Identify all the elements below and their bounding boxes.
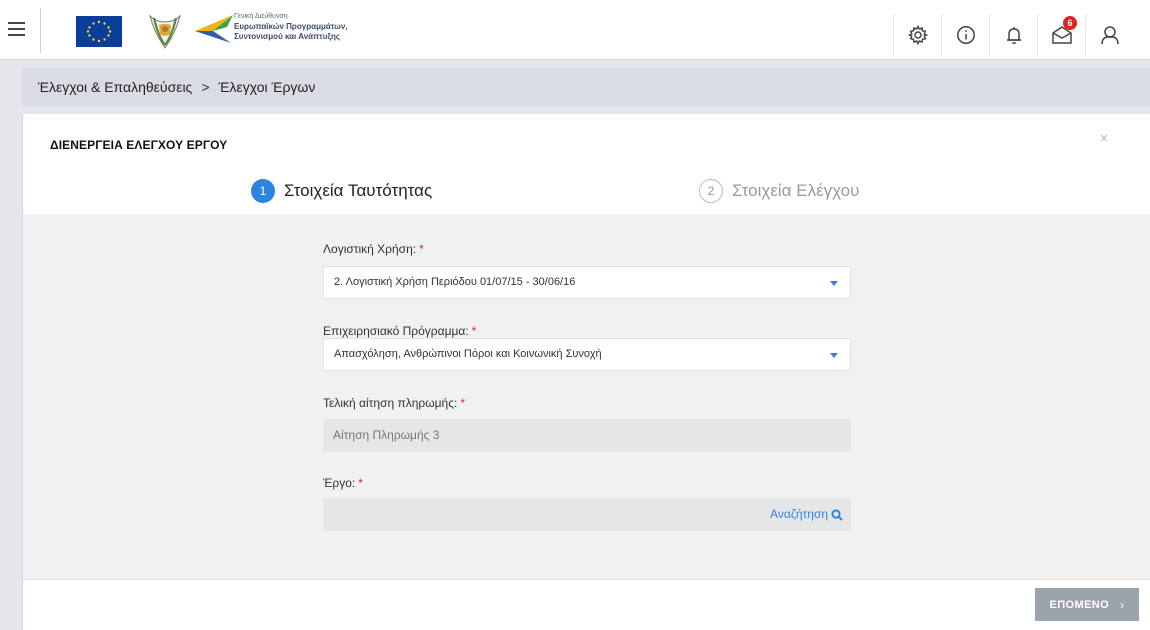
breadcrumb-item-checks-verifications[interactable]: Έλεγχοι & Επαληθεύσεις	[38, 79, 192, 95]
payment-request-field: Αίτηση Πληρωμής 3	[323, 419, 851, 452]
program-value: Απασχόληση, Ανθρώπινοι Πόροι και Κοινωνι…	[334, 348, 602, 360]
caret-down-icon	[830, 281, 838, 286]
project-check-dialog: ΔΙΕΝΕΡΓΕΙΑ ΕΛΕΓΧΟΥ ΕΡΓΟΥ × 1 Στοιχεία Τα…	[22, 114, 1150, 630]
search-icon	[831, 508, 843, 521]
breadcrumb: Έλεγχοι & Επαληθεύσεις > Έλεγχοι Έργων	[22, 68, 1150, 106]
next-button[interactable]: ΕΠΟΜΕΝΟ ›	[1035, 588, 1139, 621]
program-label: Επιχειρησιακό Πρόγραμμα: *	[323, 324, 476, 338]
footer-divider	[23, 579, 1150, 580]
directorate-logo-mark	[195, 15, 233, 43]
fiscal-year-select[interactable]: 2. Λογιστική Χρήση Περιόδου 01/07/15 - 3…	[323, 266, 851, 299]
project-search-link[interactable]: Αναζήτηση	[770, 498, 843, 531]
payment-request-label: Τελική αίτηση πληρωμής: *	[323, 396, 465, 410]
step-2-label: Στοιχεία Ελέγχου	[732, 181, 860, 200]
caret-down-icon	[830, 353, 838, 358]
eu-flag-logo	[76, 16, 122, 47]
program-label-text: Επιχειρησιακό Πρόγραμμα:	[323, 324, 469, 338]
dialog-title: ΔΙΕΝΕΡΓΕΙΑ ΕΛΕΓΧΟΥ ΕΡΓΟΥ	[50, 138, 228, 152]
cyprus-emblem-logo	[148, 12, 182, 50]
required-marker: *	[419, 242, 424, 256]
user-icon[interactable]	[1085, 14, 1133, 56]
directorate-logo: Γενική Διεύθυνση Ευρωπαϊκών Προγραμμάτων…	[193, 10, 373, 50]
envelope-icon[interactable]: 6	[1037, 14, 1085, 56]
required-marker: *	[358, 476, 363, 490]
hamburger-menu-icon[interactable]	[6, 20, 28, 38]
step-1-label: Στοιχεία Ταυτότητας	[284, 181, 433, 200]
breadcrumb-item-project-checks[interactable]: Έλεγχοι Έργων	[219, 79, 316, 95]
project-label-text: Έργο:	[323, 476, 356, 490]
top-bar: Γενική Διεύθυνση Ευρωπαϊκών Προγραμμάτων…	[0, 0, 1150, 60]
brand-line-1: Γενική Διεύθυνση	[234, 13, 288, 20]
project-search-label: Αναζήτηση	[770, 507, 828, 521]
bell-icon[interactable]	[989, 14, 1037, 56]
topbar-divider	[40, 8, 41, 53]
messages-badge: 6	[1063, 16, 1077, 30]
breadcrumb-separator: >	[201, 79, 210, 95]
project-label: Έργο: *	[323, 476, 363, 490]
step-check-details[interactable]: 2 Στοιχεία Ελέγχου	[699, 178, 859, 204]
step-2-number: 2	[699, 179, 723, 203]
fiscal-year-value: 2. Λογιστική Χρήση Περιόδου 01/07/15 - 3…	[334, 276, 576, 288]
step-1-number: 1	[251, 179, 275, 203]
info-icon[interactable]	[941, 14, 989, 56]
next-button-label: ΕΠΟΜΕΝΟ	[1049, 598, 1110, 611]
close-icon[interactable]: ×	[1097, 131, 1111, 146]
required-marker: *	[460, 396, 465, 410]
settings-icon[interactable]	[893, 14, 941, 56]
required-marker: *	[471, 324, 477, 338]
form-area: Λογιστική Χρήση: * 2. Λογιστική Χρήση Περ…	[23, 214, 1150, 579]
fiscal-year-label: Λογιστική Χρήση: *	[323, 242, 424, 256]
payment-request-label-text: Τελική αίτηση πληρωμής:	[323, 396, 458, 410]
fiscal-year-label-text: Λογιστική Χρήση:	[323, 242, 417, 256]
chevron-right-icon: ›	[1120, 597, 1125, 612]
step-identity[interactable]: 1 Στοιχεία Ταυτότητας	[251, 178, 432, 204]
brand-line-2: Ευρωπαϊκών Προγραμμάτων,	[234, 22, 348, 31]
brand-line-3: Συντονισμού και Ανάπτυξης	[234, 32, 341, 41]
program-select[interactable]: Απασχόληση, Ανθρώπινοι Πόροι και Κοινωνι…	[323, 338, 851, 371]
project-field: Αναζήτηση	[323, 498, 851, 531]
